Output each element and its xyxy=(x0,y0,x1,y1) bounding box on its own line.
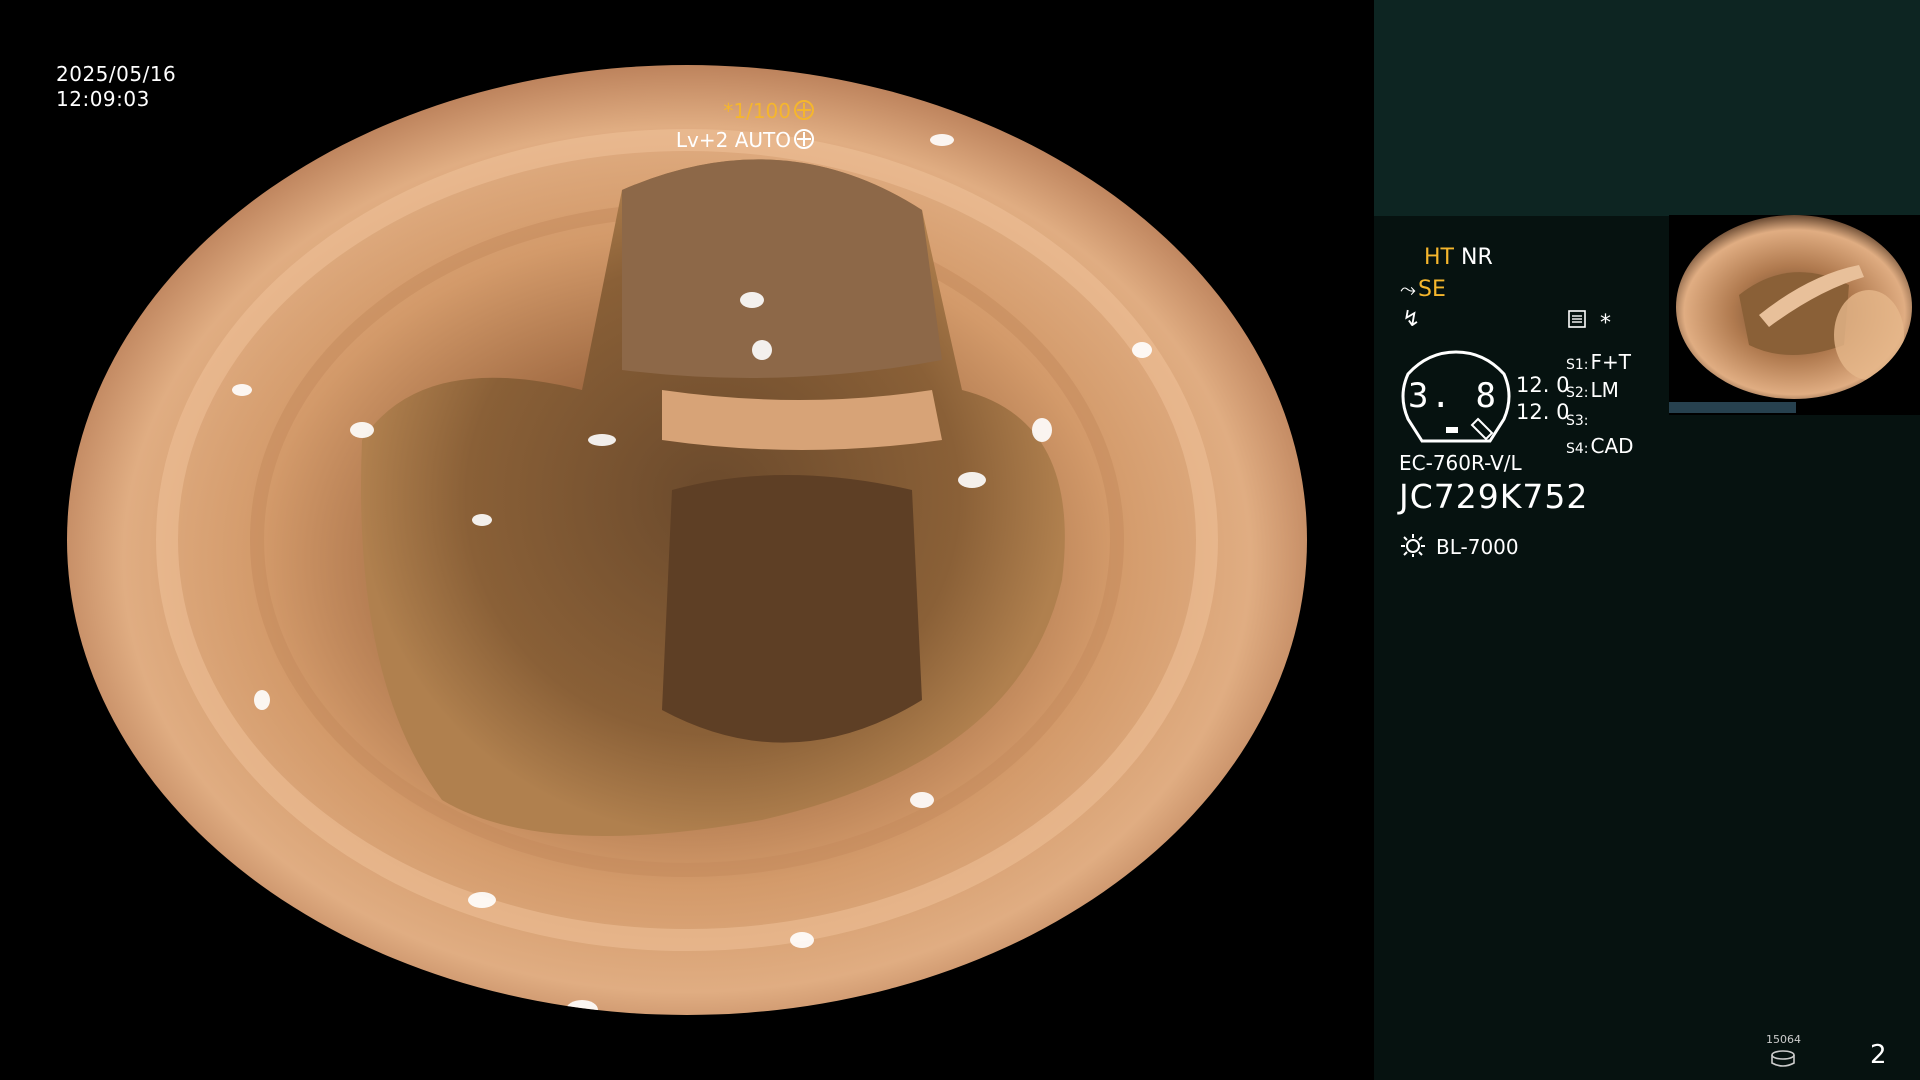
switch-assignments: S1: F+T S2: LM S3: S4: CAD xyxy=(1566,350,1634,462)
switch-item-s4: S4: CAD xyxy=(1566,434,1634,458)
endoscope-main-view: 2025/05/16 12:09:03 *1/100 Lv+2 AUTO xyxy=(0,0,1374,1080)
nr-label: NR xyxy=(1460,245,1493,270)
gauge-value: 3. 8 xyxy=(1408,376,1498,416)
endoscopic-image xyxy=(67,65,1307,1015)
document-icon xyxy=(1568,310,1586,328)
shutter-speed-readout: *1/100 xyxy=(723,99,814,124)
se-label: SE xyxy=(1418,277,1446,302)
switch-item-s2: S2: LM xyxy=(1566,378,1619,402)
shutter-wheel-icon xyxy=(794,100,814,120)
image-counter: 15064 xyxy=(1766,1033,1801,1046)
switch-item-s1: S1: F+T xyxy=(1566,350,1631,374)
shutter-text: *1/100 xyxy=(723,99,791,123)
page-number: 2 xyxy=(1870,1040,1887,1070)
iris-readout: Lv+2 AUTO xyxy=(676,128,814,153)
date-text: 2025/05/16 xyxy=(56,62,177,86)
time-text: 12:09:03 xyxy=(56,87,150,111)
gauge-number-2: 12. 0 xyxy=(1516,400,1570,424)
scope-model: EC-760R-V/L xyxy=(1399,451,1522,475)
gauge-number-1: 12. 0 xyxy=(1516,373,1570,397)
ht-label: HT xyxy=(1424,245,1454,270)
star-indicator: * xyxy=(1600,311,1611,336)
image-content xyxy=(67,65,1307,1015)
light-source-label: BL-7000 xyxy=(1436,535,1519,559)
storage-icon xyxy=(1771,1050,1795,1067)
thumbnail-image-content xyxy=(1676,215,1912,399)
thumbnail-status-bar xyxy=(1669,402,1796,413)
color-enhance-icon: ↯ xyxy=(1402,307,1421,332)
se-status: ⤳SE xyxy=(1400,275,1446,304)
panel-header-area xyxy=(1374,0,1920,216)
structure-enhance-icon: ⤳ xyxy=(1400,277,1416,301)
info-panel: HT NR ⤳SE ↯ * 3. 8 12. 0 12. 0 S1: F+T S2… xyxy=(1374,0,1920,1080)
iris-wheel-icon xyxy=(794,129,814,149)
timestamp: 2025/05/16 12:09:03 xyxy=(56,62,176,112)
iris-text: Lv+2 AUTO xyxy=(675,128,791,152)
thumbnail-image[interactable] xyxy=(1669,215,1920,415)
switch-item-s3: S3: xyxy=(1566,413,1589,429)
scope-serial: JC729K752 xyxy=(1399,477,1589,516)
gauge-numbers: 12. 0 12. 0 xyxy=(1516,372,1569,426)
ht-nr-status: HT NR xyxy=(1424,244,1493,272)
